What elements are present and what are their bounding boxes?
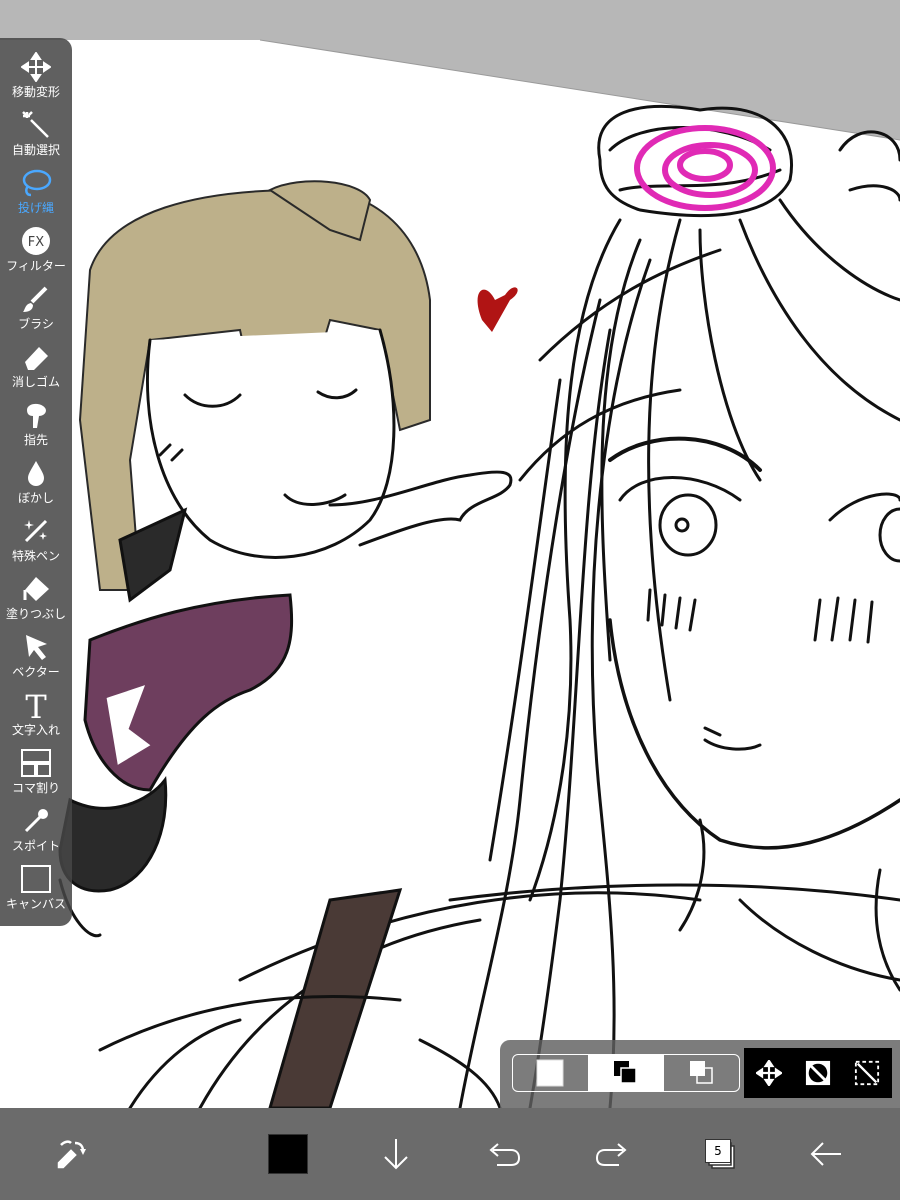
artwork-sketch	[0, 0, 900, 1108]
panel-layout-icon	[18, 746, 54, 780]
tool-label: 指先	[23, 433, 48, 447]
invert-selection-button[interactable]	[798, 1053, 838, 1093]
tool-eyedropper[interactable]: スポイト	[0, 804, 72, 862]
tool-special-pen[interactable]: 特殊ペン	[0, 514, 72, 572]
back-arrow-icon	[810, 1142, 841, 1166]
tool-label: 塗りつぶし	[5, 607, 67, 621]
tool-vector[interactable]: ベクター	[0, 630, 72, 688]
drawing-canvas[interactable]	[0, 0, 900, 1108]
brush-icon	[18, 282, 54, 316]
layers-icon: 5	[703, 1137, 737, 1171]
tool-label: 特殊ペン	[11, 549, 60, 563]
tool-finger[interactable]: 指先	[0, 398, 72, 456]
selection-toolbar	[500, 1040, 900, 1108]
quick-action-button[interactable]	[46, 1128, 98, 1180]
clear-selection-button[interactable]	[847, 1053, 887, 1093]
redo-button[interactable]	[586, 1128, 638, 1180]
tool-label: 文字入れ	[11, 723, 60, 737]
fill-bucket-icon	[18, 572, 54, 606]
new-selection-button[interactable]	[513, 1055, 589, 1091]
tool-label: 投げ縄	[17, 201, 54, 215]
text-t-icon: T	[18, 688, 54, 722]
selection-mode-group	[512, 1054, 740, 1092]
svg-text:FX: FX	[28, 235, 44, 250]
redo-icon	[595, 1143, 627, 1166]
layers-button[interactable]: 5	[694, 1128, 746, 1180]
download-arrow-icon	[384, 1139, 408, 1170]
tool-label: キャンバス	[5, 897, 66, 911]
transform-selection-button[interactable]	[749, 1053, 789, 1093]
eraser-icon	[18, 340, 54, 374]
undo-button[interactable]	[478, 1128, 530, 1180]
finger-smudge-icon	[18, 398, 54, 432]
tool-auto-select[interactable]: 自動選択	[0, 108, 72, 166]
tool-lasso[interactable]: 投げ縄	[0, 166, 72, 224]
selection-action-group	[744, 1048, 892, 1098]
quick-action-icon	[57, 1140, 86, 1169]
layer-count-badge: 5	[705, 1139, 731, 1163]
back-button[interactable]	[800, 1128, 852, 1180]
subtract-selection-icon	[689, 1061, 713, 1084]
invert-selection-icon	[805, 1060, 831, 1086]
canvas-icon	[18, 862, 54, 896]
tool-label: ぼかし	[17, 491, 54, 505]
move-arrows-icon	[18, 50, 54, 84]
tool-move-transform[interactable]: 移動変形	[0, 50, 72, 108]
clear-selection-icon	[855, 1060, 880, 1086]
add-selection-button[interactable]	[588, 1055, 665, 1091]
tool-label: コマ割り	[11, 781, 60, 795]
fx-filter-icon: FX	[18, 224, 54, 258]
special-pen-icon	[18, 514, 54, 548]
download-button[interactable]	[370, 1128, 422, 1180]
tool-palette: 移動変形 自動選択 投げ縄 FX フィルター ブラシ 消しゴム 指先 ぼかし 特…	[0, 38, 72, 926]
tool-filter[interactable]: FX フィルター	[0, 224, 72, 282]
tool-brush[interactable]: ブラシ	[0, 282, 72, 340]
magic-wand-icon	[18, 108, 54, 142]
vector-cursor-icon	[18, 630, 54, 664]
transform-move-icon	[755, 1060, 782, 1086]
tool-label: フィルター	[6, 259, 66, 273]
tool-label: 移動変形	[11, 85, 60, 99]
undo-icon	[489, 1143, 521, 1166]
tool-label: スポイト	[11, 839, 60, 853]
subtract-selection-button[interactable]	[664, 1055, 739, 1091]
tool-eraser[interactable]: 消しゴム	[0, 340, 72, 398]
tool-fill[interactable]: 塗りつぶし	[0, 572, 72, 630]
eyedropper-icon	[18, 804, 54, 838]
tool-text[interactable]: T 文字入れ	[0, 688, 72, 746]
tool-blur[interactable]: ぼかし	[0, 456, 72, 514]
tool-canvas[interactable]: キャンバス	[0, 862, 72, 920]
svg-text:T: T	[25, 689, 47, 721]
tool-panel-layout[interactable]: コマ割り	[0, 746, 72, 804]
tool-label: 消しゴム	[11, 375, 60, 389]
color-swatch	[268, 1134, 308, 1174]
blur-drop-icon	[18, 456, 54, 490]
tool-label: ベクター	[12, 665, 60, 679]
tool-label: ブラシ	[18, 317, 54, 331]
color-picker-button[interactable]	[262, 1128, 314, 1180]
bottom-toolbar: 5	[0, 1108, 900, 1200]
new-selection-icon	[536, 1059, 564, 1087]
add-selection-icon	[614, 1061, 637, 1084]
lasso-icon	[18, 166, 54, 200]
tool-label: 自動選択	[11, 143, 60, 157]
